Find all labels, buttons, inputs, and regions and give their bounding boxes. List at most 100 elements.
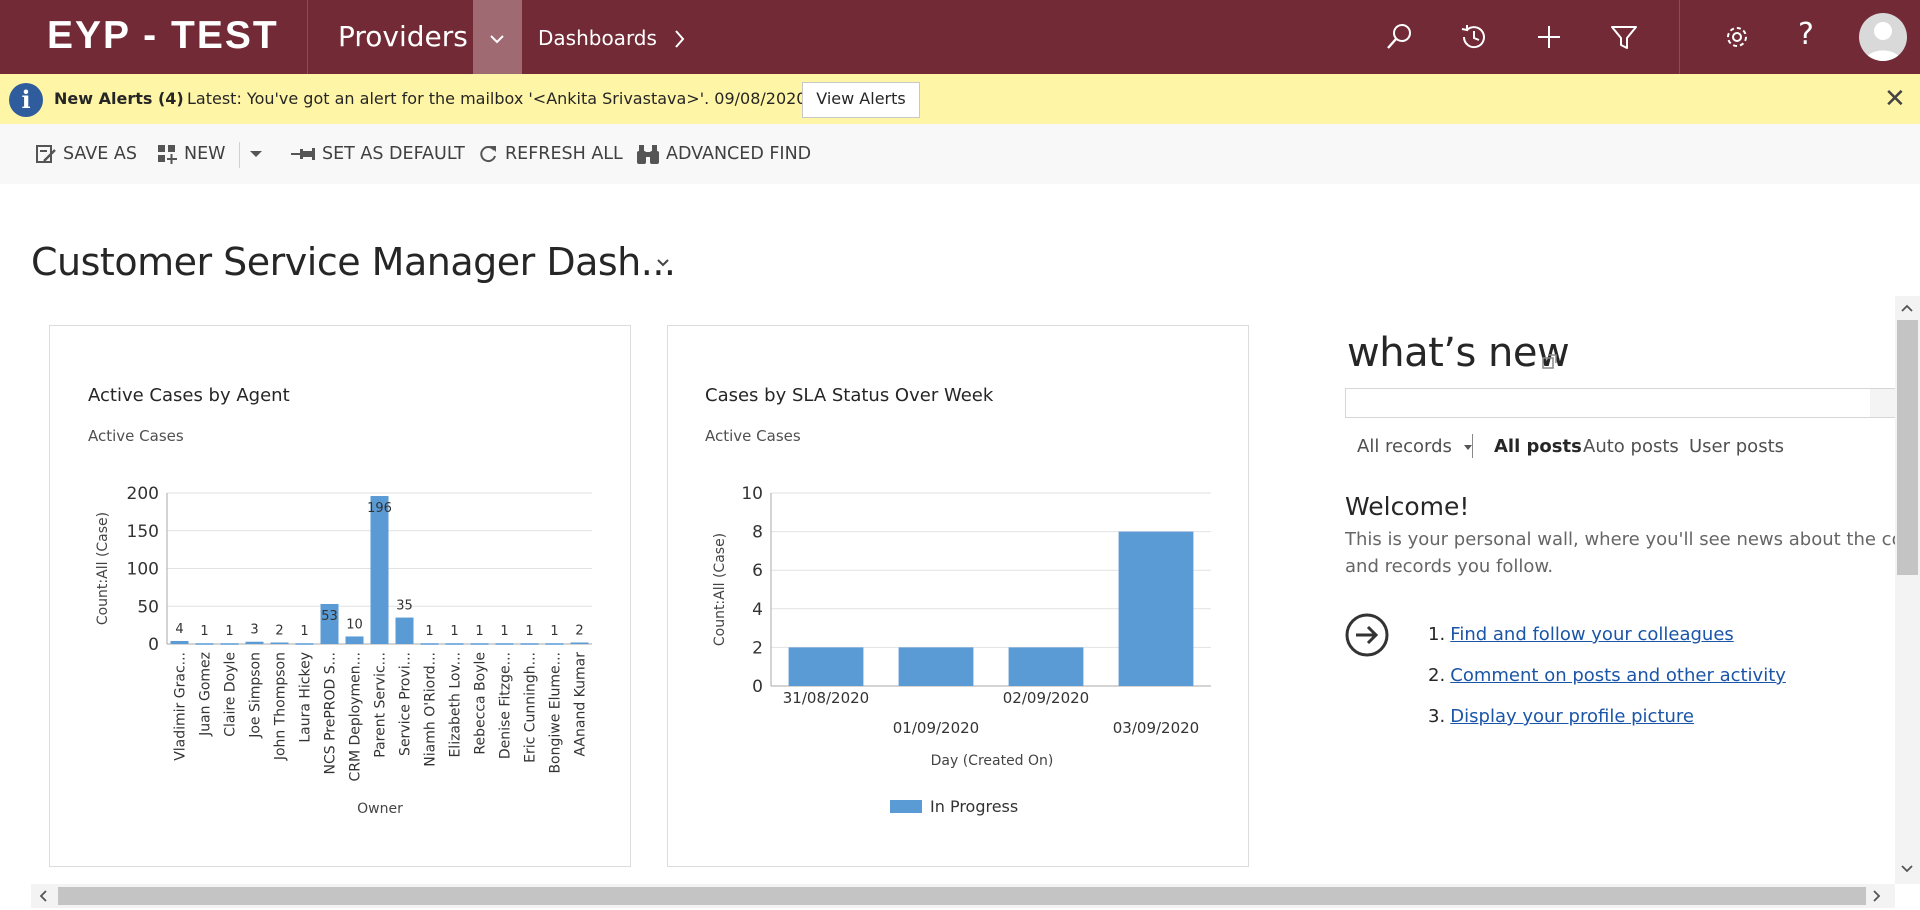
pin-icon [291, 148, 315, 160]
x-tick-label: AAnand Kumar [573, 652, 589, 757]
chevron-right-icon[interactable] [668, 26, 692, 52]
y-tick-label: 200 [127, 484, 159, 504]
set-as-default-button[interactable]: SET AS DEFAULT [290, 142, 465, 166]
x-tick-label: 02/09/2020 [1003, 689, 1089, 707]
list-item: 1. Find and follow your colleagues [1428, 624, 1734, 645]
app-brand[interactable]: EYP - TEST [47, 14, 279, 58]
filter-icon[interactable] [1608, 21, 1640, 53]
all-records-filter[interactable]: All records [1357, 436, 1474, 457]
bar [395, 617, 414, 644]
y-tick-label: 6 [752, 561, 763, 581]
avatar-icon[interactable] [1859, 13, 1907, 61]
data-label: 196 [367, 501, 392, 516]
divider [239, 142, 240, 168]
save-as-button[interactable]: SAVE AS [35, 142, 137, 166]
x-tick-label: Elizabeth Lov... [448, 652, 464, 758]
data-label: 2 [275, 623, 283, 638]
x-axis-label: Day (Created On) [931, 753, 1054, 769]
data-label: 1 [300, 624, 308, 639]
scroll-right-icon[interactable] [1870, 888, 1884, 904]
y-tick-label: 0 [148, 635, 159, 655]
x-tick-label: Laura Hickey [298, 652, 314, 743]
gear-icon[interactable] [1721, 21, 1753, 53]
tab-user-posts[interactable]: User posts [1689, 436, 1784, 457]
advanced-find-label: ADVANCED FIND [666, 144, 812, 164]
y-tick-label: 50 [137, 597, 159, 617]
x-tick-label: Eric Cunningh... [523, 652, 539, 763]
dashboard-title[interactable]: Customer Service Manager Dash... [31, 240, 676, 284]
area-dropdown-button[interactable] [473, 0, 522, 74]
chart-panel-cases-by-sla: Cases by SLA Status Over Week Active Cas… [667, 325, 1249, 867]
tab-all-posts[interactable]: All posts [1494, 436, 1582, 457]
close-icon[interactable]: ✕ [1884, 84, 1906, 114]
find-colleagues-link[interactable]: Find and follow your colleagues [1450, 624, 1734, 645]
help-icon[interactable]: ? [1798, 17, 1814, 52]
data-label: 35 [396, 599, 413, 614]
refresh-all-label: REFRESH ALL [505, 144, 623, 164]
tab-auto-posts[interactable]: Auto posts [1583, 436, 1679, 457]
data-label: 1 [200, 624, 208, 639]
scroll-up-icon[interactable] [1899, 301, 1915, 315]
history-icon[interactable] [1458, 21, 1490, 53]
x-tick-label: 03/09/2020 [1113, 719, 1199, 737]
new-button[interactable]: NEW [156, 142, 225, 166]
y-tick-label: 10 [741, 484, 763, 504]
set-as-default-label: SET AS DEFAULT [322, 144, 465, 164]
y-tick-label: 0 [752, 677, 763, 697]
chart-active-cases-by-agent: 0 50 100 150 200 Count:All (Case) Owner 4 Vladim… [95, 484, 592, 817]
divider [307, 0, 308, 74]
divider [1472, 434, 1473, 458]
x-tick-label: 31/08/2020 [783, 689, 869, 707]
advanced-find-button[interactable]: ADVANCED FIND [636, 142, 811, 166]
data-label: 1 [450, 624, 458, 639]
y-tick-label: 100 [127, 560, 159, 580]
y-axis-label: Count:All (Case) [95, 512, 111, 625]
data-label: 1 [525, 624, 533, 639]
data-label: 53 [321, 609, 338, 624]
x-tick-label: 01/09/2020 [893, 719, 979, 737]
scroll-down-icon[interactable] [1899, 862, 1915, 876]
profile-picture-link[interactable]: Display your profile picture [1450, 706, 1694, 727]
bar [495, 643, 514, 645]
y-axis-label: Count:All (Case) [712, 533, 728, 646]
y-tick-label: 150 [127, 522, 159, 542]
bar [520, 643, 539, 645]
bar [245, 641, 264, 644]
x-tick-label: Service Provi... [398, 652, 414, 756]
vertical-scroll-thumb[interactable] [1897, 320, 1918, 575]
new-dropdown-caret-icon[interactable] [248, 148, 264, 160]
welcome-line: and records you follow. [1345, 556, 1554, 577]
bar [370, 496, 389, 644]
search-icon[interactable] [1383, 21, 1415, 53]
x-tick-label: Claire Doyle [223, 652, 239, 737]
data-label: 1 [475, 624, 483, 639]
popout-icon[interactable] [1542, 354, 1558, 370]
bar [270, 642, 289, 644]
user-silhouette-icon [1865, 22, 1901, 61]
alert-notification-bar: i New Alerts (4) Latest: You've got an a… [0, 74, 1920, 125]
horizontal-scroll-thumb[interactable] [58, 887, 1866, 905]
chart-panel-active-cases-by-agent: Active Cases by Agent Active Cases 0 50 10… [49, 325, 631, 867]
welcome-description: This is your personal wall, where you'll… [1345, 526, 1920, 580]
bar [470, 643, 489, 645]
welcome-line: This is your personal wall, where you'll… [1345, 529, 1920, 550]
x-tick-label: Niamh O'Riord... [423, 652, 439, 767]
comment-posts-link[interactable]: Comment on posts and other activity [1450, 665, 1786, 686]
view-alerts-button[interactable]: View Alerts [802, 82, 920, 118]
post-input-button[interactable] [1870, 388, 1897, 418]
scroll-left-icon[interactable] [36, 888, 50, 904]
x-tick-label: Juan Gomez [198, 652, 214, 737]
y-tick-label: 2 [752, 638, 763, 658]
x-tick-label: Joe Simpson [248, 652, 264, 739]
post-input[interactable] [1345, 388, 1872, 418]
chevron-down-icon[interactable] [656, 258, 670, 268]
plus-icon[interactable] [1533, 21, 1565, 53]
area-selector-label[interactable]: Providers [338, 20, 468, 53]
breadcrumb-dashboards[interactable]: Dashboards [538, 26, 657, 50]
all-records-label: All records [1357, 436, 1452, 457]
bar [788, 647, 864, 686]
data-label: 1 [225, 624, 233, 639]
divider [1679, 0, 1680, 74]
refresh-all-button[interactable]: REFRESH ALL [477, 142, 623, 166]
bar [295, 643, 314, 645]
